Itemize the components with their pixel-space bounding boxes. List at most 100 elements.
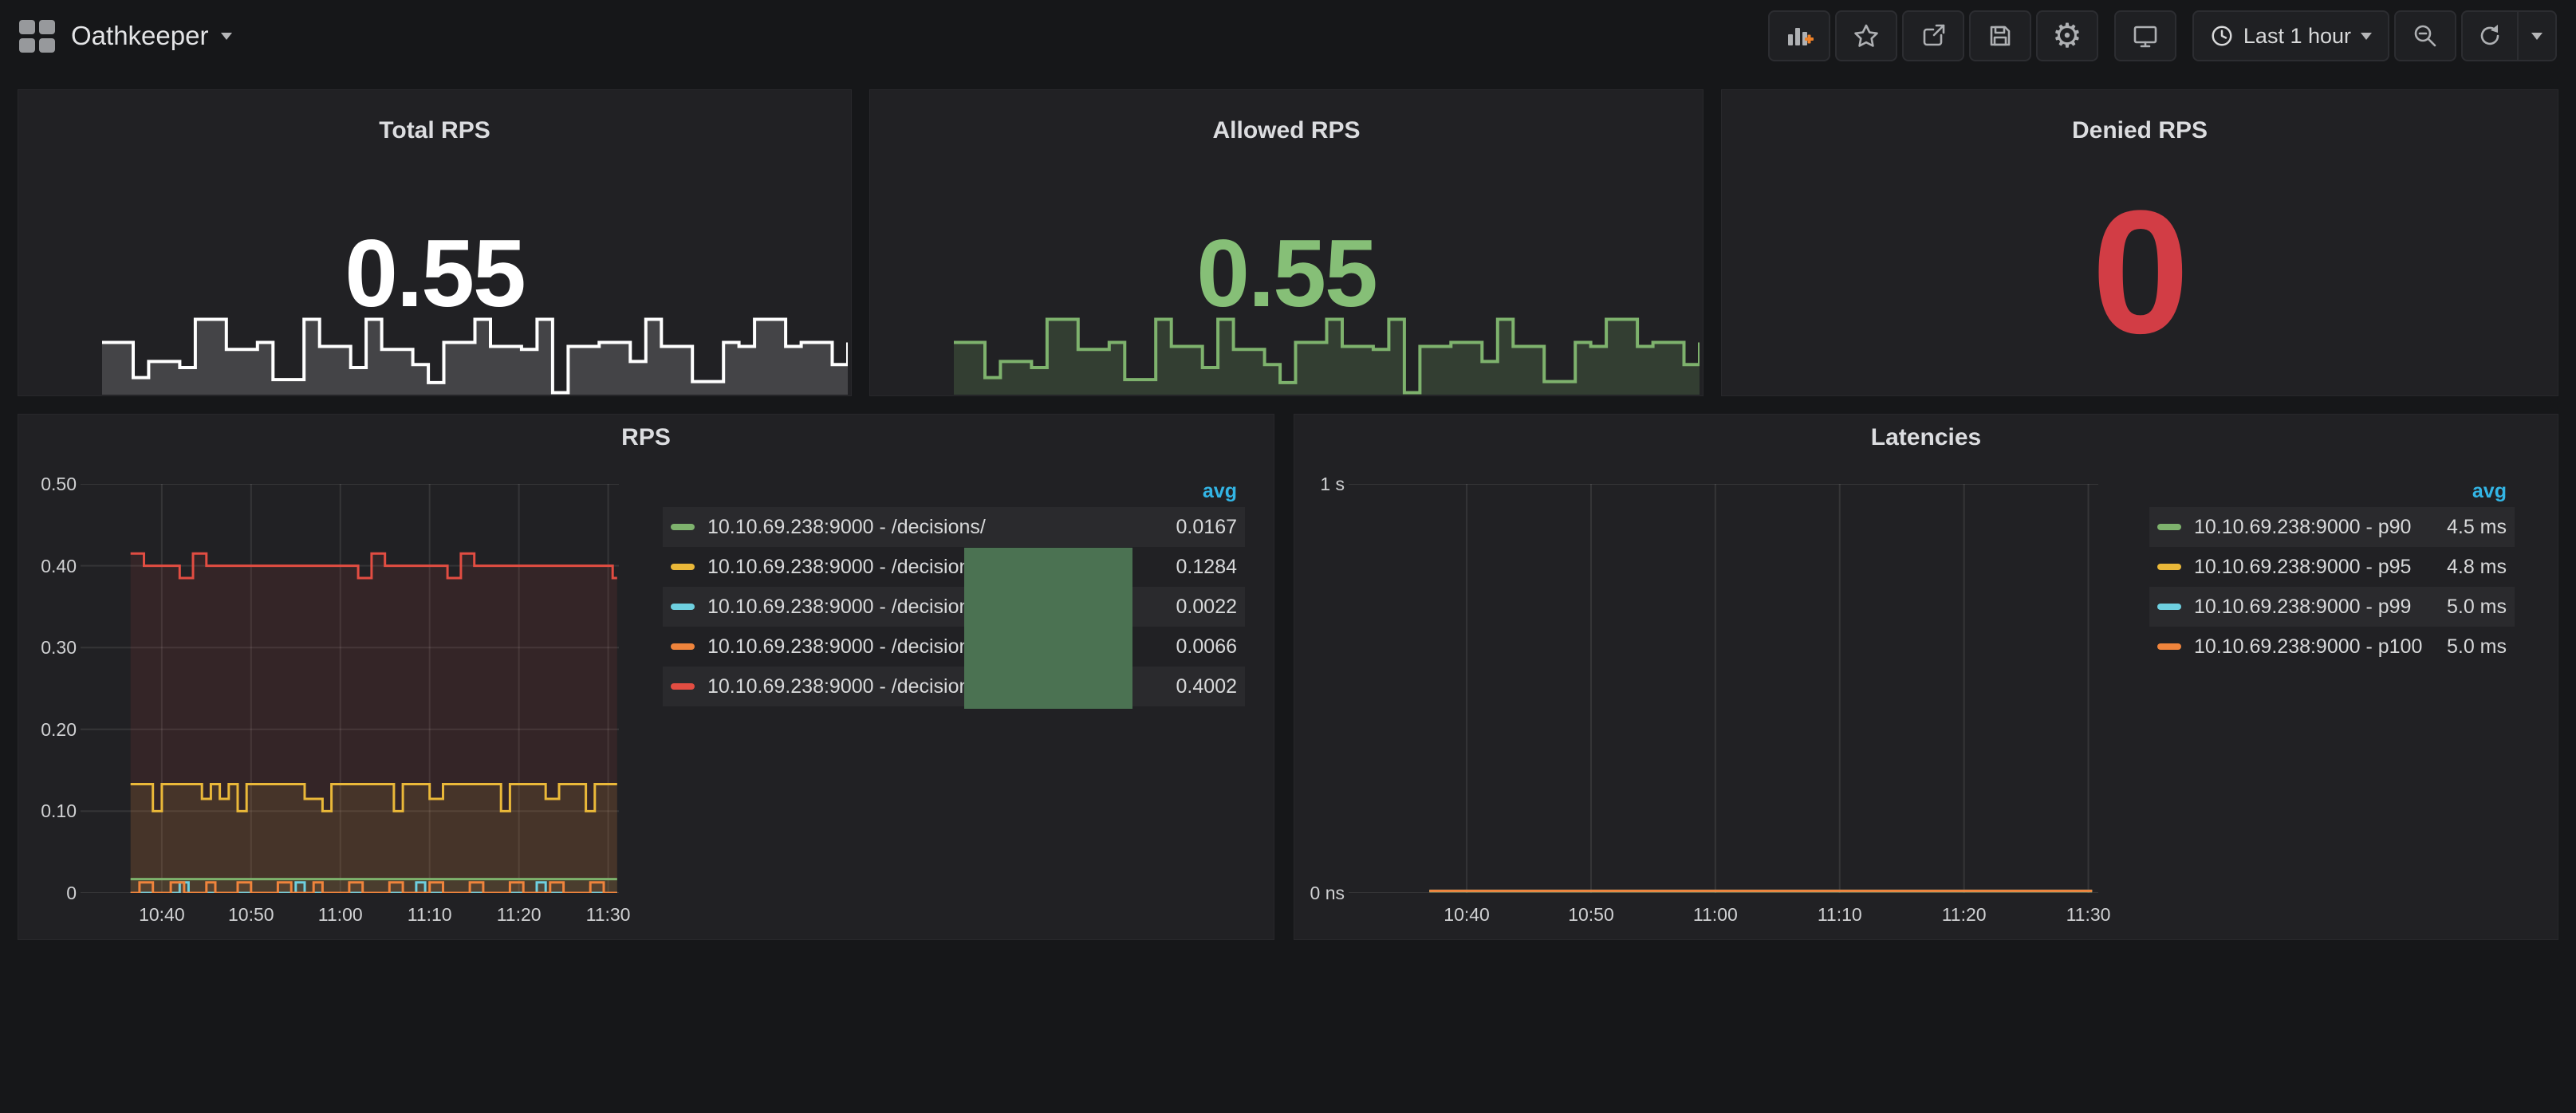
navbar-right: ⚙ Last 1 hour	[1752, 10, 2557, 61]
series-color-swatch[interactable]	[671, 643, 695, 650]
x-axis-tick-label: 11:20	[471, 904, 567, 926]
y-axis-tick-label: 1 s	[1273, 474, 1345, 495]
y-axis-tick-label: 0.40	[5, 556, 77, 577]
series-color-swatch[interactable]	[671, 564, 695, 570]
x-axis-tick-label: 11:10	[1792, 904, 1888, 926]
legend-row: 10.10.69.238:9000 - /decisions/0.0167	[663, 507, 1245, 547]
y-axis-tick-label: 0.20	[5, 719, 77, 741]
legend-row: 10.10.69.238:9000 - /decisions/0.0066	[663, 627, 1245, 667]
series-color-swatch[interactable]	[671, 683, 695, 690]
dashboard-picker[interactable]: Oathkeeper	[71, 21, 232, 51]
legend-series-label[interactable]: 10.10.69.238:9000 - p95	[2194, 556, 2447, 579]
panel-total-rps: Total RPS 0.55	[18, 89, 852, 396]
panel-title[interactable]: Latencies	[1294, 424, 2558, 451]
series-color-swatch[interactable]	[671, 604, 695, 610]
series-color-swatch[interactable]	[671, 524, 695, 530]
x-axis-tick-label: 11:20	[1916, 904, 2012, 926]
view-mode-group	[2114, 10, 2176, 61]
legend-series-avg-value: 4.5 ms	[2447, 516, 2507, 539]
y-axis-tick-label: 0.50	[5, 474, 77, 495]
x-axis-tick-label: 10:50	[1543, 904, 1639, 926]
dashboard-title: Oathkeeper	[71, 21, 208, 51]
legend-row: 10.10.69.238:9000 - /decisions/0.0022	[663, 587, 1245, 627]
zoom-out-button[interactable]	[2394, 10, 2456, 61]
grid-square	[19, 20, 35, 34]
x-axis-tick-label: 11:30	[2041, 904, 2137, 926]
y-axis-tick-label: 0 ns	[1273, 883, 1345, 904]
legend-series-avg-value: 5.0 ms	[2447, 635, 2507, 659]
save-button[interactable]	[1969, 10, 2031, 61]
legend-series-label[interactable]: 10.10.69.238:9000 - p90	[2194, 516, 2447, 539]
grid-square	[39, 20, 55, 34]
legend-header-avg[interactable]: avg	[2149, 475, 2515, 507]
grid-square	[19, 38, 35, 53]
gear-icon: ⚙	[2052, 19, 2082, 53]
series-color-swatch[interactable]	[2157, 643, 2181, 650]
refresh-button-group	[2461, 10, 2557, 61]
total-rps-sparkline	[102, 294, 848, 395]
panel-title[interactable]: RPS	[18, 424, 1274, 451]
allowed-rps-sparkline	[954, 294, 1700, 395]
settings-button[interactable]: ⚙	[2036, 10, 2098, 61]
series-color-swatch[interactable]	[2157, 604, 2181, 610]
share-icon	[1919, 22, 1948, 50]
legend-series-avg-value: 0.0167	[1176, 516, 1237, 539]
y-axis-tick-label: 0.10	[5, 800, 77, 822]
apps-grid-icon[interactable]	[19, 20, 55, 53]
legend-series-label[interactable]: 10.10.69.238:9000 - p99	[2194, 596, 2447, 619]
legend-row: 10.10.69.238:9000 - p954.8 ms	[2149, 547, 2515, 587]
x-axis-tick-label: 10:40	[114, 904, 210, 926]
refresh-icon	[2476, 22, 2504, 50]
time-range-label: Last 1 hour	[2243, 24, 2351, 49]
zoom-out-icon	[2411, 22, 2440, 50]
stat-value: 0	[1722, 184, 2558, 360]
series-color-swatch[interactable]	[2157, 524, 2181, 530]
x-axis-tick-label: 10:50	[203, 904, 299, 926]
latencies-legend-table: avg10.10.69.238:9000 - p904.5 ms10.10.69…	[2149, 475, 2515, 667]
add-panel-button[interactable]	[1768, 10, 1830, 61]
legend-series-label[interactable]: 10.10.69.238:9000 - /decisions/	[707, 516, 1176, 539]
legend-series-avg-value: 0.0022	[1176, 596, 1237, 619]
x-axis-tick-label: 11:00	[1668, 904, 1763, 926]
legend-series-label[interactable]: 10.10.69.238:9000 - p100	[2194, 635, 2447, 659]
navbar-left: Oathkeeper	[19, 20, 232, 53]
panel-rps-graph: RPS avg10.10.69.238:9000 - /decisions/0.…	[18, 414, 1274, 940]
clock-icon	[2210, 24, 2234, 48]
panel-title[interactable]: Denied RPS	[1722, 117, 2558, 144]
navbar: Oathkeeper	[0, 0, 2576, 72]
star-button[interactable]	[1835, 10, 1897, 61]
x-axis-tick-label: 11:10	[382, 904, 478, 926]
refresh-button[interactable]	[2463, 12, 2517, 60]
legend-series-avg-value: 0.4002	[1176, 675, 1237, 698]
legend-header-avg[interactable]: avg	[663, 475, 1245, 507]
legend-series-avg-value: 0.1284	[1176, 556, 1237, 579]
grid-square	[39, 38, 55, 53]
legend-row: 10.10.69.238:9000 - p1005.0 ms	[2149, 627, 2515, 667]
panel-denied-rps: Denied RPS 0	[1721, 89, 2558, 396]
share-button[interactable]	[1902, 10, 1964, 61]
refresh-interval-dropdown[interactable]	[2519, 12, 2555, 60]
time-controls-group: Last 1 hour	[2192, 10, 2557, 61]
rps-chart-plot[interactable]	[81, 484, 619, 893]
redaction-overlay	[964, 548, 1132, 709]
legend-row: 10.10.69.238:9000 - /decisions/0.1284	[663, 547, 1245, 587]
latencies-chart-plot[interactable]	[1349, 484, 2098, 893]
series-color-swatch[interactable]	[2157, 564, 2181, 570]
chevron-down-icon	[2531, 33, 2543, 40]
monitor-icon	[2131, 22, 2160, 50]
panel-title[interactable]: Total RPS	[18, 117, 851, 144]
y-axis-tick-label: 0.30	[5, 637, 77, 659]
tv-mode-button[interactable]	[2114, 10, 2176, 61]
rps-legend-table: avg10.10.69.238:9000 - /decisions/0.0167…	[663, 475, 1245, 706]
add-panel-icon	[1785, 22, 1814, 50]
star-icon	[1852, 22, 1881, 50]
x-axis-tick-label: 11:00	[293, 904, 388, 926]
panel-title[interactable]: Allowed RPS	[870, 117, 1703, 144]
time-range-picker[interactable]: Last 1 hour	[2192, 10, 2389, 61]
legend-series-avg-value: 5.0 ms	[2447, 596, 2507, 619]
panel-allowed-rps: Allowed RPS 0.55	[869, 89, 1704, 396]
panel-latencies-graph: Latencies avg 10.10.69.238:9000 - p904.5 …	[1294, 414, 2558, 940]
legend-row: 10.10.69.238:9000 - p995.0 ms	[2149, 587, 2515, 627]
x-axis-tick-label: 10:40	[1419, 904, 1514, 926]
legend-row: 10.10.69.238:9000 - /decisions/0.4002	[663, 667, 1245, 706]
